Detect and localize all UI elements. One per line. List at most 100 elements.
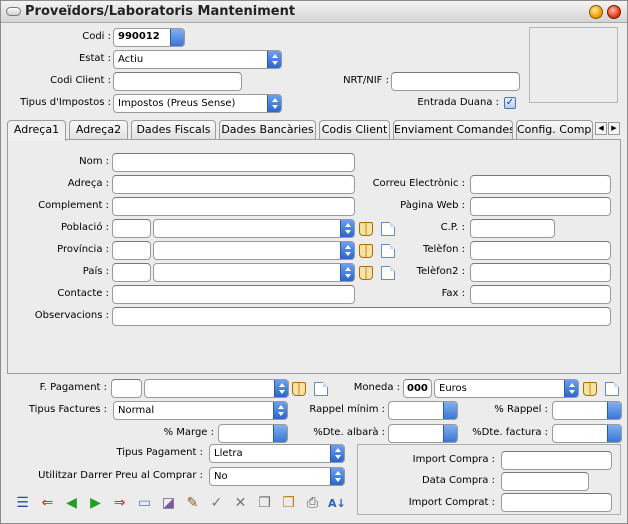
moneda-code-field[interactable]: 000	[403, 379, 432, 398]
import-compra-label: Import Compra :	[412, 454, 495, 465]
rappel-minim-field[interactable]	[388, 401, 458, 420]
accept-icon[interactable]: ✓	[208, 495, 225, 512]
tab-dades-bancaries[interactable]: Dades Bancàries	[219, 120, 316, 139]
tab-scroll-right-icon[interactable]: ▶	[608, 122, 620, 135]
next-icon[interactable]: ▶	[87, 495, 104, 512]
f-pagament-new-icon[interactable]	[314, 382, 328, 396]
copy-icon[interactable]: ❐	[256, 495, 273, 512]
marge-spin-button[interactable]	[273, 425, 287, 442]
tipus-pagament-label: Tipus Pagament :	[116, 447, 203, 458]
provincia-select[interactable]	[153, 241, 355, 260]
codi-client-label: Codi Client :	[50, 75, 111, 86]
dte-albara-label: %Dte. albarà :	[313, 427, 385, 438]
poblacio-code-field[interactable]	[112, 219, 151, 238]
import-comprat-field[interactable]	[501, 493, 612, 512]
tipus-factures-select[interactable]: Normal	[113, 401, 288, 420]
sort-icon[interactable]: A↓	[328, 495, 346, 512]
erase-icon[interactable]: ◪	[160, 495, 177, 512]
f-pagament-select[interactable]	[144, 379, 289, 398]
pais-select[interactable]	[153, 263, 355, 282]
moneda-dropdown-icon	[564, 380, 578, 397]
search-icon[interactable]: ❒	[280, 495, 297, 512]
contacte-label: Contacte :	[57, 288, 109, 299]
poblacio-book-icon[interactable]	[359, 222, 373, 236]
data-compra-field[interactable]	[501, 472, 589, 491]
rappel-label: % Rappel :	[494, 404, 548, 415]
minimize-button[interactable]	[589, 5, 603, 19]
edit-icon[interactable]: ✎	[184, 495, 201, 512]
tipus-factures-label: Tipus Factures :	[28, 404, 107, 415]
f-pagament-book-icon[interactable]	[292, 382, 306, 396]
marge-field[interactable]	[218, 424, 288, 443]
dte-albara-spin-button[interactable]	[443, 425, 457, 442]
rappel-spin-button[interactable]	[607, 402, 621, 419]
observacions-field[interactable]	[112, 307, 611, 326]
pais-book-icon[interactable]	[359, 266, 373, 280]
correu-field[interactable]	[470, 175, 611, 194]
rappel-minim-label: Rappel mínim :	[309, 404, 385, 415]
web-label: Pàgina Web :	[400, 200, 465, 211]
list-icon[interactable]: ☰	[14, 495, 31, 512]
poblacio-select[interactable]	[153, 219, 355, 238]
import-compra-field[interactable]	[501, 451, 612, 470]
web-field[interactable]	[470, 197, 611, 216]
dte-factura-field[interactable]	[552, 424, 622, 443]
window: Proveïdors/Laboratoris Manteniment Codi …	[0, 0, 628, 524]
tipus-impostos-select[interactable]: Impostos (Preus Sense)	[113, 94, 282, 113]
telefon2-field[interactable]	[470, 263, 611, 282]
moneda-select[interactable]: Euros	[434, 379, 579, 398]
fax-field[interactable]	[470, 285, 611, 304]
dte-albara-field[interactable]	[388, 424, 458, 443]
tab-adreca2[interactable]: Adreça2	[69, 120, 128, 139]
close-button[interactable]	[607, 5, 621, 19]
print-icon[interactable]: ⎙	[304, 495, 321, 512]
provincia-code-field[interactable]	[112, 241, 151, 260]
tab-scroll-left-icon[interactable]: ◀	[595, 122, 607, 135]
new-icon[interactable]: ▭	[136, 495, 153, 512]
f-pagament-code-field[interactable]	[111, 379, 142, 398]
poblacio-new-icon[interactable]	[381, 222, 395, 236]
tipus-pagament-select[interactable]: Lletra	[209, 444, 345, 463]
pais-label: País :	[82, 266, 109, 277]
photo-box[interactable]	[529, 27, 618, 103]
provincia-new-icon[interactable]	[381, 244, 395, 258]
adreca-field[interactable]	[112, 175, 355, 194]
darrer-preu-select[interactable]: No	[209, 467, 345, 486]
delete-icon[interactable]: ✕	[232, 495, 249, 512]
tab-codis-client[interactable]: Codis Client	[319, 120, 390, 139]
tab-dades-fiscals[interactable]: Dades Fiscals	[131, 120, 216, 139]
cp-label: C.P. :	[440, 222, 465, 233]
estat-select[interactable]: Actiu	[113, 50, 282, 69]
codi-client-field[interactable]	[113, 72, 242, 91]
moneda-book-icon[interactable]	[583, 382, 597, 396]
nrt-field[interactable]	[391, 72, 520, 91]
codi-field[interactable]: 990012	[113, 28, 185, 47]
dte-factura-spin-button[interactable]	[607, 425, 621, 442]
back-icon[interactable]: ⇐	[39, 495, 56, 512]
provincia-dropdown-icon	[340, 242, 354, 259]
complement-field[interactable]	[112, 197, 355, 216]
pais-code-field[interactable]	[112, 263, 151, 282]
prev-icon[interactable]: ◀	[63, 495, 80, 512]
nom-field[interactable]	[112, 153, 355, 172]
rappel-minim-spin-button[interactable]	[443, 402, 457, 419]
telefon2-label: Telèfon2 :	[416, 266, 465, 277]
telefon-field[interactable]	[470, 241, 611, 260]
contacte-field[interactable]	[112, 285, 355, 304]
adreca-label: Adreça :	[67, 178, 109, 189]
forward-icon[interactable]: ⇒	[111, 495, 128, 512]
fax-label: Fax :	[441, 288, 465, 299]
moneda-new-icon[interactable]	[605, 382, 619, 396]
codi-spin-button[interactable]	[170, 29, 184, 46]
codi-label: Codi :	[82, 31, 111, 42]
provincia-book-icon[interactable]	[359, 244, 373, 258]
tab-enviament-comandes[interactable]: Enviament Comandes	[393, 120, 513, 139]
cp-field[interactable]	[470, 219, 555, 238]
pais-new-icon[interactable]	[381, 266, 395, 280]
tab-config-compres[interactable]: Config. Compres	[516, 120, 593, 139]
toolbar-toggle-button[interactable]	[6, 7, 21, 16]
complement-label: Complement :	[38, 200, 109, 211]
rappel-field[interactable]	[552, 401, 622, 420]
entrada-duana-checkbox[interactable]: ✓	[504, 97, 516, 109]
tab-adreca1[interactable]: Adreça1	[7, 120, 66, 141]
